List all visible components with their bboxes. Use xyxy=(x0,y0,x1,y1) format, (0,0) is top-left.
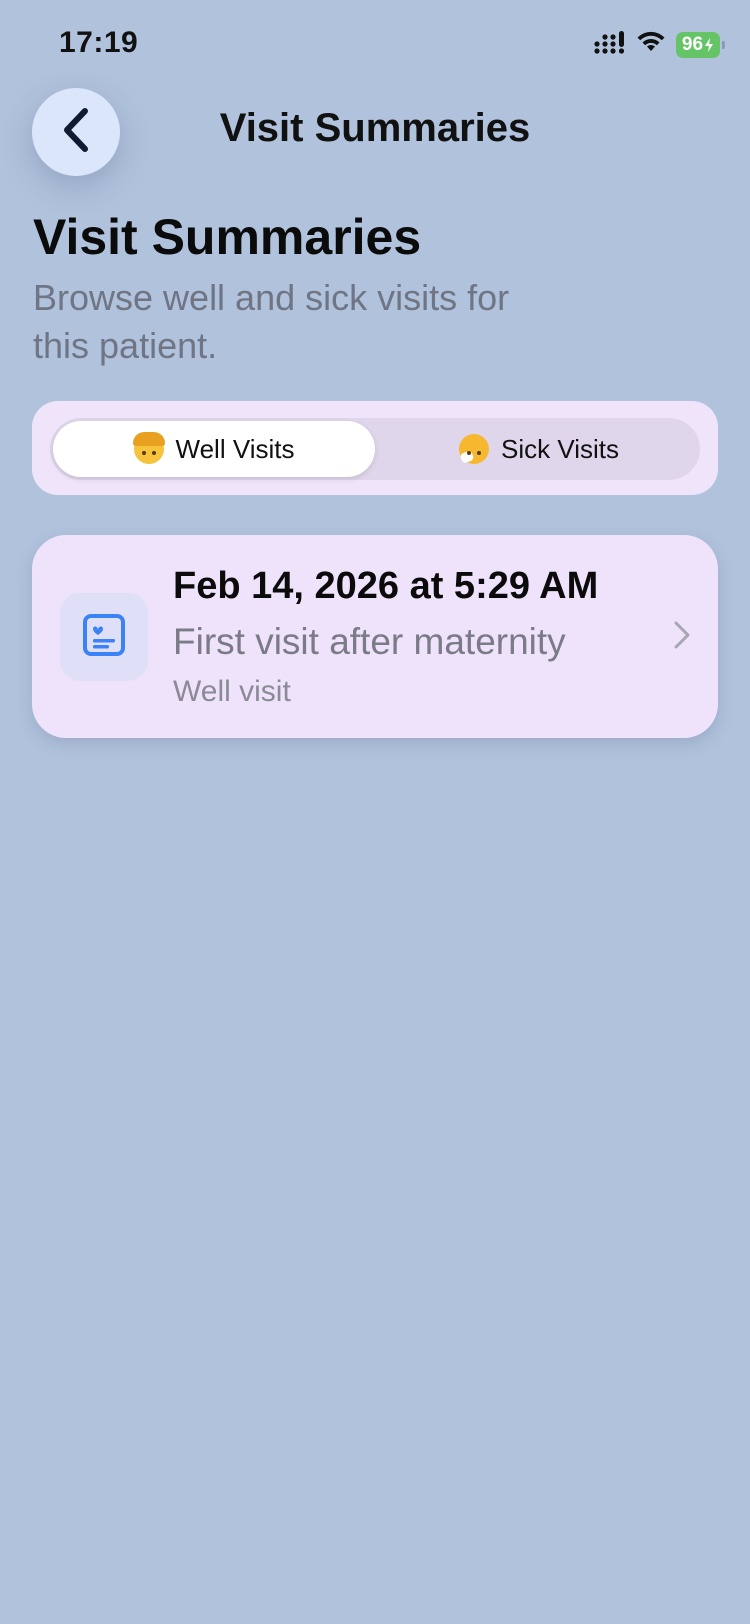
tab-sick-visits-label: Sick Visits xyxy=(501,433,619,464)
tab-well-visits-label: Well Visits xyxy=(175,433,295,464)
visit-date: Feb 14, 2026 at 5:29 AM xyxy=(173,565,599,607)
status-icons: 96 xyxy=(594,30,725,59)
wifi-icon xyxy=(636,31,666,58)
signal-icon xyxy=(594,30,626,59)
nav-title: Visit Summaries xyxy=(219,106,531,150)
tab-well-visits[interactable]: Well Visits xyxy=(53,421,375,477)
medical-record-icon xyxy=(82,613,126,662)
status-time: 17:19 xyxy=(59,26,139,59)
visit-card[interactable]: Feb 14, 2026 at 5:29 AM First visit afte… xyxy=(32,535,718,738)
visit-type-segmented-control: Well Visits Sick Visits xyxy=(32,401,718,495)
visit-summaries-screen: 17:19 96 Visit Summaries Visit Summaries… xyxy=(0,0,750,1624)
battery-level: 96 xyxy=(681,33,704,55)
chevron-right-icon xyxy=(672,619,692,656)
tab-sick-visits[interactable]: Sick Visits xyxy=(378,418,700,480)
visit-icon-box xyxy=(60,593,148,681)
child-face-emoji xyxy=(132,432,165,464)
battery-charging-icon: 96 xyxy=(676,31,725,58)
page-title: Visit Summaries xyxy=(33,209,422,265)
visit-type: Well visit xyxy=(173,675,291,708)
sick-face-emoji xyxy=(459,434,489,464)
page-subtitle: Browse well and sick visits for this pat… xyxy=(33,277,510,366)
visit-title: First visit after maternity xyxy=(173,621,566,662)
segment-track: Well Visits Sick Visits xyxy=(50,418,700,480)
